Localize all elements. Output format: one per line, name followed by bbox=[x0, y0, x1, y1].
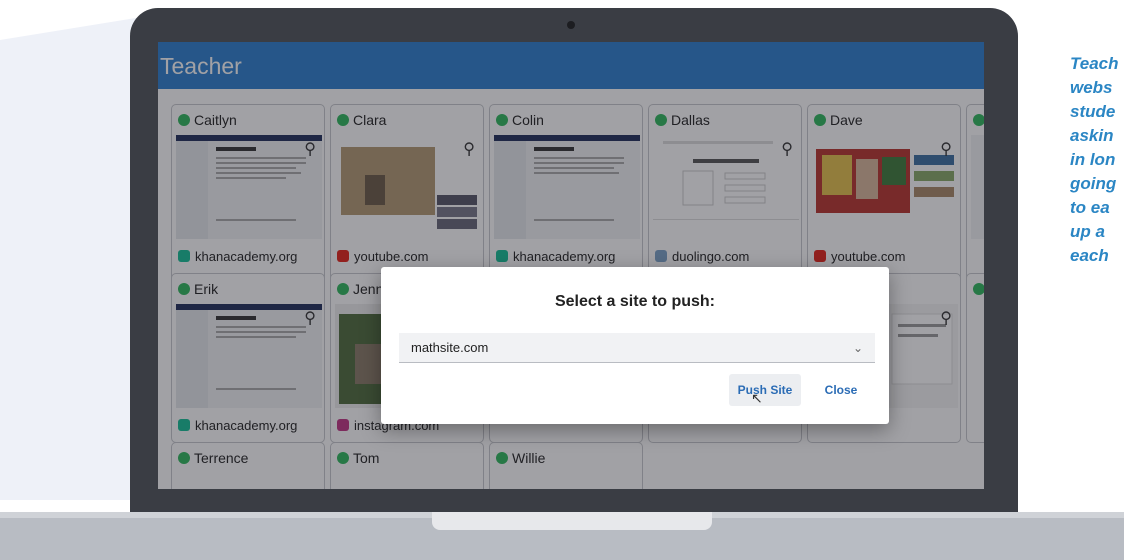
dialog-title: Select a site to push: bbox=[554, 293, 716, 310]
promo-stage: Teacher Caitlyn ⚲ khanacademy.org Clara … bbox=[0, 0, 1124, 560]
mouse-pointer-icon: ↖ bbox=[751, 390, 763, 406]
caption-line: in lon bbox=[1070, 150, 1116, 169]
caption-line: each bbox=[1070, 246, 1109, 265]
push-site-dialog: Select a site to push: mathsite.com ⌄ Pu… bbox=[381, 267, 889, 424]
caption-line: webs bbox=[1070, 78, 1113, 97]
push-site-button[interactable]: Push Site bbox=[729, 374, 801, 406]
caption-line: up a bbox=[1070, 222, 1105, 241]
promo-caption: Teach webs stude askin in lon going to e… bbox=[1070, 52, 1124, 268]
webcam-icon bbox=[567, 21, 575, 29]
close-button[interactable]: Close bbox=[809, 374, 873, 406]
caption-line: askin bbox=[1070, 126, 1114, 145]
caption-line: going bbox=[1070, 174, 1117, 193]
caption-line: to ea bbox=[1070, 198, 1110, 217]
caption-line: stude bbox=[1070, 102, 1116, 121]
caption-line: Teach bbox=[1070, 54, 1119, 73]
chevron-down-icon: ⌄ bbox=[852, 340, 863, 355]
site-select[interactable]: mathsite.com ⌄ bbox=[399, 333, 875, 363]
teacher-app-screen: Teacher Caitlyn ⚲ khanacademy.org Clara … bbox=[158, 42, 984, 489]
site-select-value: mathsite.com bbox=[411, 340, 489, 355]
laptop-notch bbox=[432, 512, 712, 530]
